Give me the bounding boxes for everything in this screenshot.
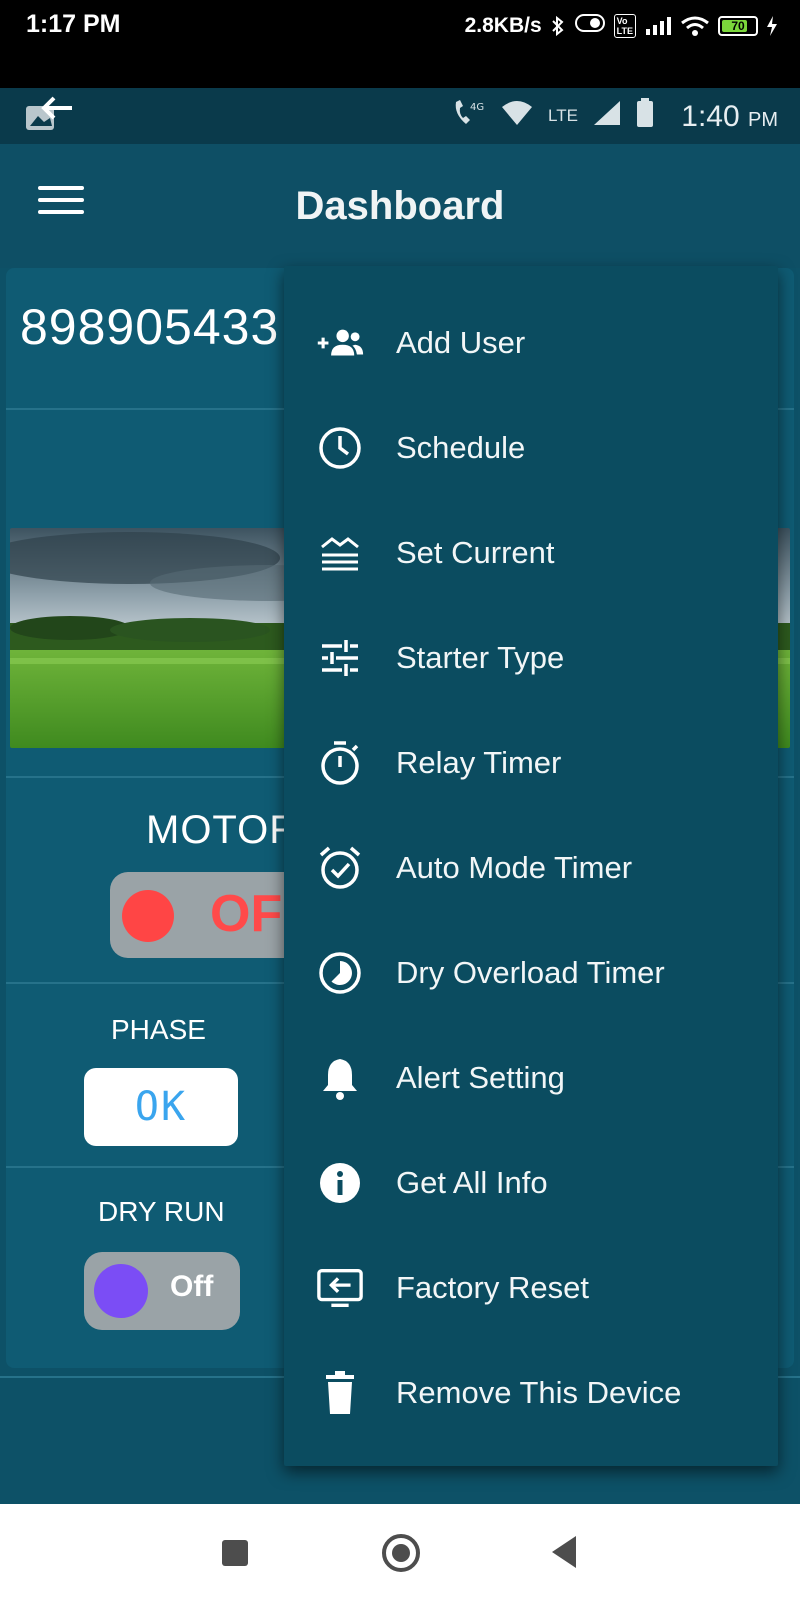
clock-icon xyxy=(316,424,364,472)
menu-item-label: Get All Info xyxy=(396,1165,548,1200)
phase-label: PHASE xyxy=(111,1014,206,1045)
info-icon xyxy=(316,1159,364,1207)
alarm-check-icon xyxy=(316,844,364,892)
menu-item-label: Remove This Device xyxy=(396,1375,682,1410)
menu-item-alert-setting[interactable]: Alert Setting xyxy=(284,1025,778,1131)
network-lte-text: LTE xyxy=(548,105,578,125)
inner-status-bar: 4G LTE 1:40 PM xyxy=(0,88,800,144)
charging-bolt-icon xyxy=(766,15,778,37)
menu-item-add-user[interactable]: Add User xyxy=(284,290,778,396)
bell-icon xyxy=(316,1054,364,1102)
add-user-icon xyxy=(316,319,364,367)
inner-time-value: 1:40 xyxy=(681,100,740,133)
menu-item-label: Set Current xyxy=(396,535,555,570)
signal-icon xyxy=(644,15,672,37)
navigation-bar xyxy=(0,1504,800,1600)
network-4g-text: 4G xyxy=(470,102,484,113)
network-speed: 2.8KB/s xyxy=(464,14,542,37)
menu-item-relay-timer[interactable]: Relay Timer xyxy=(284,710,778,816)
outer-status-right: 2.8KB/s Vo LTE 70 xyxy=(465,12,778,40)
menu-item-label: Add User xyxy=(396,325,526,360)
back-button[interactable] xyxy=(552,1536,576,1568)
app-bar: Dashboard xyxy=(0,144,800,268)
inner-time-ampm: PM xyxy=(748,109,778,131)
back-screenshot-icon[interactable] xyxy=(24,92,78,136)
waves-icon xyxy=(316,529,364,577)
battery-icon: 70 xyxy=(718,16,758,36)
recent-apps-button[interactable] xyxy=(222,1540,248,1566)
phase-value: OK xyxy=(134,1084,188,1130)
call-4g-icon: 4G xyxy=(452,98,486,133)
inner-status-time: 1:40 PM xyxy=(681,100,778,134)
inner-signal-icon xyxy=(592,99,622,132)
dry-run-toggle[interactable]: Off xyxy=(84,1252,240,1330)
bluetooth-icon xyxy=(550,15,566,37)
menu-item-auto-mode-timer[interactable]: Auto Mode Timer xyxy=(284,815,778,921)
menu-item-starter-type[interactable]: Starter Type xyxy=(284,605,778,711)
phase-status-box: OK xyxy=(84,1068,238,1146)
motor-label: MOTOR xyxy=(146,808,300,852)
inner-status-icons: 4G LTE xyxy=(452,98,654,133)
menu-item-schedule[interactable]: Schedule xyxy=(284,395,778,501)
menu-item-set-current[interactable]: Set Current xyxy=(284,500,778,606)
dry-run-toggle-knob xyxy=(94,1264,148,1318)
motor-toggle-knob xyxy=(122,890,174,942)
battery-level: 70 xyxy=(731,19,745,33)
menu-item-label: Relay Timer xyxy=(396,745,562,780)
home-button[interactable] xyxy=(382,1534,420,1572)
menu-item-label: Alert Setting xyxy=(396,1060,565,1095)
menu-item-remove-device[interactable]: Remove This Device xyxy=(284,1340,778,1446)
menu-item-label: Schedule xyxy=(396,430,526,465)
menu-item-label: Dry Overload Timer xyxy=(396,955,665,990)
inner-wifi-icon xyxy=(500,99,534,132)
app-screen: 4G LTE 1:40 PM Dashboard 898905433 MOTOR… xyxy=(0,88,800,1504)
menu-item-dry-overload-timer[interactable]: Dry Overload Timer xyxy=(284,920,778,1026)
page-title: Dashboard xyxy=(295,184,505,228)
dry-run-label: DRY RUN xyxy=(98,1196,225,1227)
alarm-toggle-icon xyxy=(574,12,606,40)
inner-battery-icon xyxy=(636,98,654,133)
outer-status-bar: 1:17 PM 2.8KB/s Vo LTE 70 xyxy=(0,0,800,88)
menu-item-get-all-info[interactable]: Get All Info xyxy=(284,1130,778,1236)
motor-toggle[interactable]: OFF xyxy=(110,872,314,958)
device-id: 898905433 xyxy=(20,299,280,355)
wifi-icon xyxy=(680,15,710,37)
overflow-menu: Add User Schedule Set Current Starter Ty… xyxy=(284,266,778,1466)
trash-icon xyxy=(316,1369,364,1417)
menu-item-label: Factory Reset xyxy=(396,1270,589,1305)
tune-icon xyxy=(316,634,364,682)
menu-item-factory-reset[interactable]: Factory Reset xyxy=(284,1235,778,1341)
volte-badge-icon: Vo LTE xyxy=(613,14,636,38)
dry-run-state: Off xyxy=(170,1270,214,1303)
outer-status-time: 1:17 PM xyxy=(26,10,121,38)
menu-item-label: Starter Type xyxy=(396,640,565,675)
menu-item-label: Auto Mode Timer xyxy=(396,850,633,885)
timelapse-icon xyxy=(316,949,364,997)
reset-screen-icon xyxy=(316,1264,364,1312)
timer-icon xyxy=(316,739,364,787)
